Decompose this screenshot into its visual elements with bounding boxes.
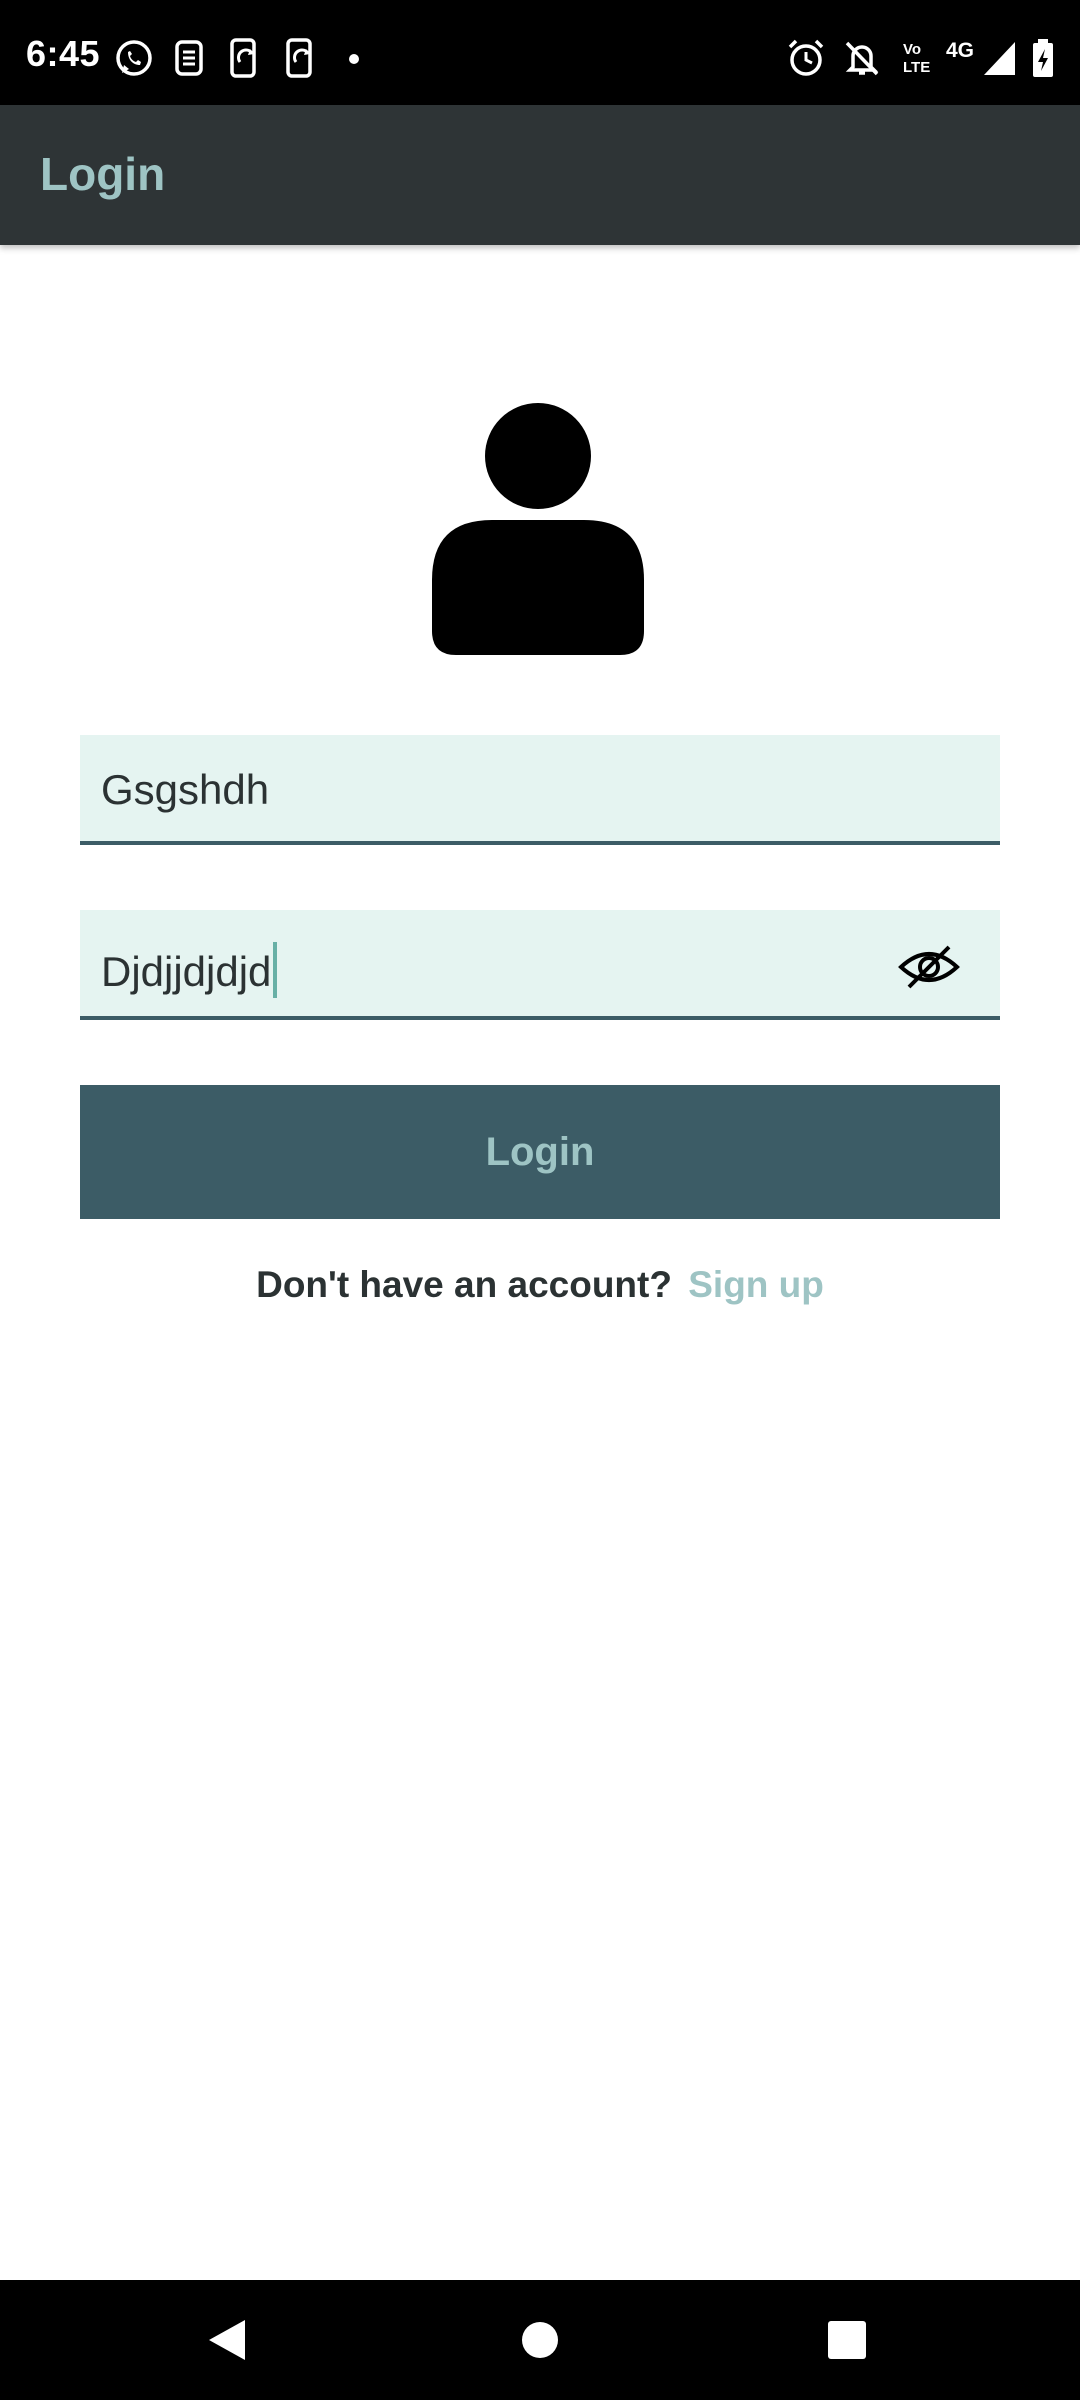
- password-value: Djdjjdjdjd: [101, 948, 272, 995]
- status-time: 6:45: [26, 33, 101, 74]
- notifications-off-icon: [845, 41, 879, 76]
- signup-row: Don't have an account? Sign up: [0, 1264, 1080, 1306]
- login-button[interactable]: Login: [80, 1085, 1000, 1219]
- navigation-bar: [0, 2280, 1080, 2400]
- username-field[interactable]: Gsgshdh: [80, 735, 1000, 845]
- screen-sync-icon: [230, 38, 256, 78]
- eye-off-icon[interactable]: [897, 944, 961, 990]
- status-bar: 6:45 Vo LTE 4G: [0, 0, 1080, 105]
- username-value: Gsgshdh: [101, 766, 270, 813]
- back-icon[interactable]: [205, 2317, 251, 2363]
- signup-link[interactable]: Sign up: [688, 1264, 824, 1305]
- battery-icon: [1033, 39, 1053, 77]
- app-bar-title: Login: [40, 148, 166, 200]
- app-bar: Login: [0, 105, 1080, 245]
- whatsapp-icon: [116, 40, 152, 76]
- dot-icon: [349, 54, 359, 64]
- recents-icon[interactable]: [827, 2320, 867, 2360]
- network-4g-icon: 4G: [946, 39, 975, 62]
- alarm-icon: [788, 39, 824, 76]
- signal-icon: [984, 42, 1015, 75]
- text-cursor: [273, 942, 278, 998]
- password-field[interactable]: Djdjjdjdjd: [80, 910, 1000, 1020]
- signup-prompt: Don't have an account?: [256, 1264, 672, 1305]
- svg-text:LTE: LTE: [903, 59, 930, 76]
- volte-icon: Vo LTE: [903, 41, 930, 76]
- screen-sync-icon: [286, 38, 312, 78]
- svg-text:Vo: Vo: [903, 41, 921, 58]
- user-avatar-icon: [432, 403, 644, 655]
- home-icon[interactable]: [520, 2320, 560, 2360]
- app-icon: [175, 40, 203, 76]
